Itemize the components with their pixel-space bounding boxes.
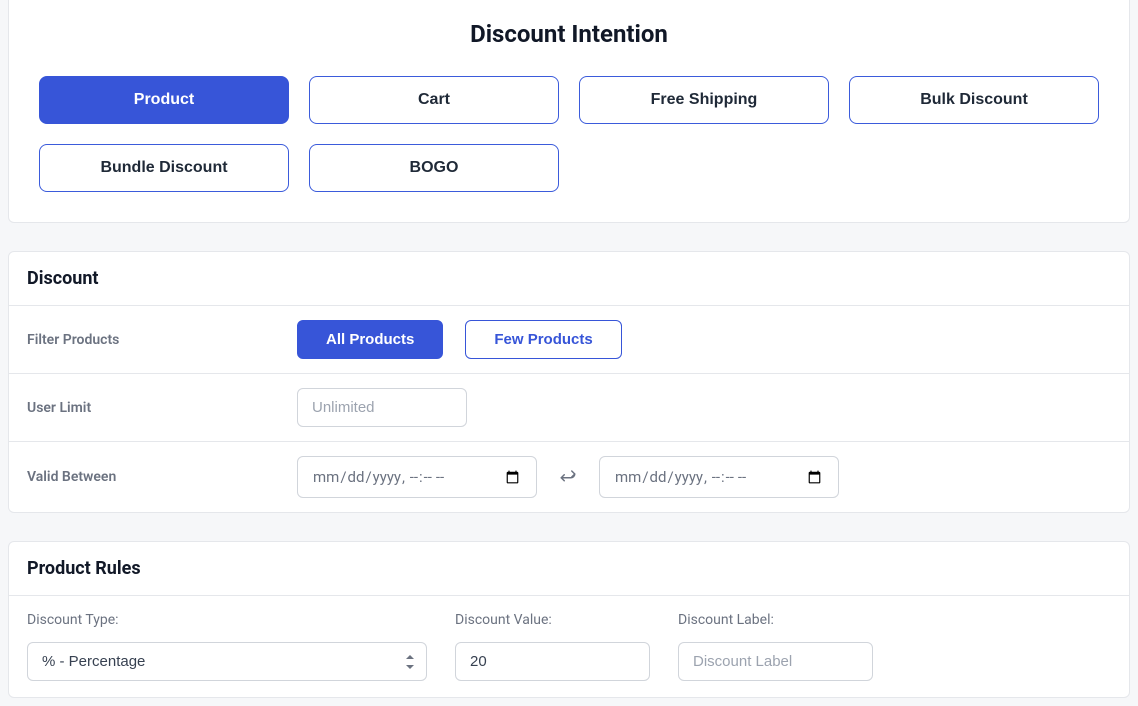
product-rules-title: Product Rules [27, 558, 1111, 579]
intention-cart-button[interactable]: Cart [309, 76, 559, 124]
user-limit-input[interactable] [297, 388, 467, 427]
product-rules-body: Discount Type: % - Percentage Discount V… [9, 596, 1129, 697]
discount-type-label: Discount Type: [27, 612, 427, 628]
product-rules-card: Product Rules Discount Type: % - Percent… [8, 541, 1130, 698]
intention-free-shipping-button[interactable]: Free Shipping [579, 76, 829, 124]
swap-icon [559, 468, 577, 486]
intention-card: Discount Intention Product Cart Free Shi… [8, 0, 1130, 223]
valid-to-input[interactable] [599, 456, 839, 498]
discount-label-input[interactable] [678, 642, 873, 681]
discount-card: Discount Filter Products All Products Fe… [8, 251, 1130, 513]
valid-between-row: Valid Between [9, 442, 1129, 512]
intention-bulk-button[interactable]: Bulk Discount [849, 76, 1099, 124]
user-limit-label: User Limit [27, 400, 297, 416]
valid-from-input[interactable] [297, 456, 537, 498]
discount-type-col: Discount Type: % - Percentage [27, 612, 427, 681]
filter-few-button[interactable]: Few Products [465, 320, 621, 359]
discount-label-col: Discount Label: [678, 612, 873, 681]
valid-between-label: Valid Between [27, 469, 297, 485]
discount-type-select[interactable]: % - Percentage [27, 642, 427, 681]
discount-value-label: Discount Value: [455, 612, 650, 628]
discount-label-label: Discount Label: [678, 612, 873, 628]
discount-value-input[interactable] [455, 642, 650, 681]
filter-products-row: Filter Products All Products Few Product… [9, 306, 1129, 374]
filter-products-options: All Products Few Products [297, 320, 622, 359]
discount-title: Discount [27, 268, 1111, 289]
intention-bundle-button[interactable]: Bundle Discount [39, 144, 289, 192]
filter-products-label: Filter Products [27, 332, 297, 348]
intention-title: Discount Intention [39, 0, 1099, 76]
discount-header: Discount [9, 252, 1129, 306]
user-limit-row: User Limit [9, 374, 1129, 442]
discount-value-col: Discount Value: [455, 612, 650, 681]
intention-bogo-button[interactable]: BOGO [309, 144, 559, 192]
intention-product-button[interactable]: Product [39, 76, 289, 124]
filter-all-button[interactable]: All Products [297, 320, 443, 359]
intention-options: Product Cart Free Shipping Bulk Discount… [39, 76, 1099, 192]
product-rules-header: Product Rules [9, 542, 1129, 596]
